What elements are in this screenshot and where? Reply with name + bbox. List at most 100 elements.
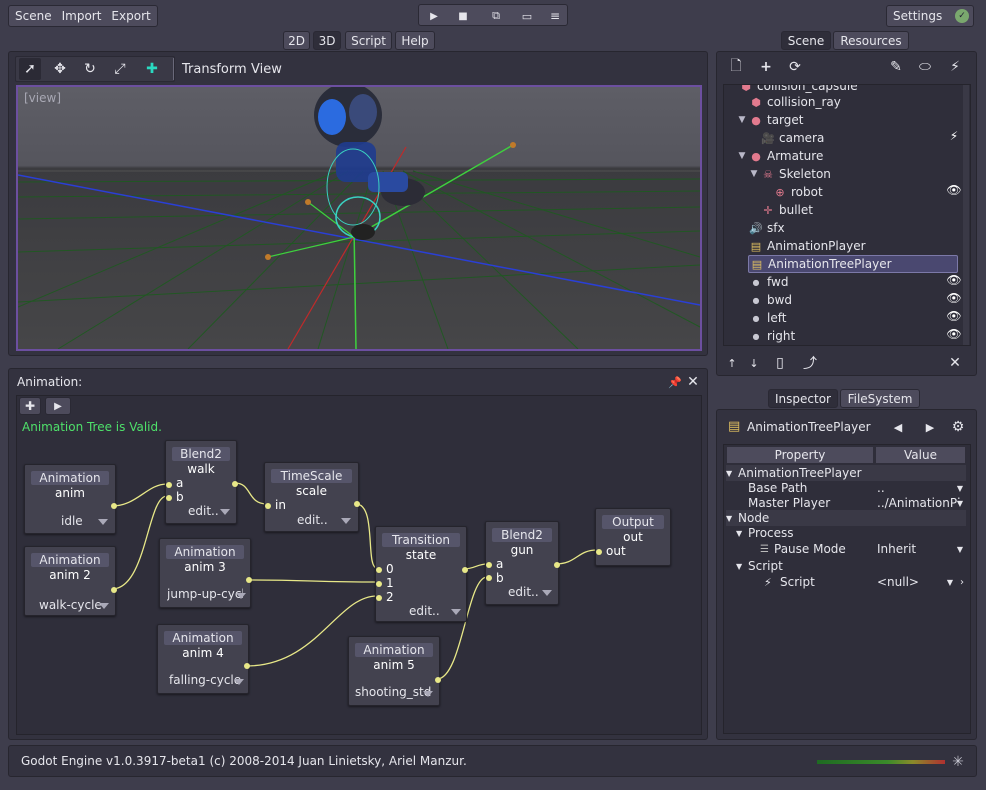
visibility-eye-icon[interactable]: 👁 (946, 327, 962, 343)
graph-node-anim4[interactable]: Animation anim 4 falling-cycle (157, 624, 250, 694)
rotate-tool-icon[interactable]: ↻ (79, 58, 101, 80)
visibility-eye-icon[interactable]: 👁 (946, 273, 962, 289)
input-port-b[interactable]: b (176, 490, 184, 504)
graph-node-anim2[interactable]: Animation anim 2 walk-cycle (24, 546, 117, 616)
port-dot[interactable] (376, 581, 382, 587)
scale-tool-icon[interactable]: ⤢ (109, 58, 131, 80)
port-dot[interactable] (596, 549, 602, 555)
delete-node-icon[interactable]: ✕ (944, 352, 966, 374)
graph-node-anim[interactable]: Animation anim idle (24, 464, 117, 534)
graph-node-scale[interactable]: TimeScale scale in edit.. (264, 462, 360, 532)
step-icon[interactable]: ⧉ (485, 5, 507, 27)
node-animation-select[interactable]: idle (61, 514, 83, 528)
node-animation-select[interactable]: jump-up-cycle (167, 587, 243, 601)
folder-icon[interactable]: ▭ (516, 5, 538, 27)
menu-import[interactable]: Import (62, 9, 102, 23)
port-dot[interactable] (376, 595, 382, 601)
stop-icon[interactable]: ■ (452, 5, 474, 27)
menu-scene[interactable]: Scene (15, 9, 52, 23)
groups-icon[interactable]: ⬭ (914, 56, 936, 78)
input-port-in[interactable]: in (275, 498, 286, 512)
select-tool-icon[interactable]: ➚ (19, 58, 41, 80)
port-dot[interactable] (486, 575, 492, 581)
close-panel-icon[interactable]: ✕ (682, 371, 704, 393)
tree-item-fwd[interactable]: ● fwd (748, 273, 789, 291)
port-dot[interactable] (265, 503, 271, 509)
input-port-a[interactable]: a (496, 557, 503, 571)
script-attached-icon[interactable]: ⚡ (946, 129, 962, 145)
section-script[interactable]: ▼ Script (736, 558, 783, 574)
settings-button[interactable]: Settings ✓ (886, 5, 974, 27)
graph-area[interactable]: ✚ ▶ Animation Tree is Valid. Animation a… (16, 395, 702, 735)
collapse-arrow-icon[interactable]: ▼ (748, 169, 760, 179)
output-port-dot[interactable] (554, 562, 560, 568)
property-base-path[interactable]: Base Path (748, 480, 807, 496)
tree-item-skeleton[interactable]: ▼ ☠ Skeleton (748, 165, 831, 183)
new-scene-icon[interactable]: 🗋 (725, 56, 747, 78)
node-edit-button[interactable]: edit.. (188, 504, 219, 518)
tree-item-animationplayer[interactable]: ▤ AnimationPlayer (748, 237, 866, 255)
graph-node-out[interactable]: Output out out (595, 508, 671, 566)
section-node[interactable]: ▼ Node (726, 510, 966, 526)
tab-inspector[interactable]: Inspector (768, 389, 838, 408)
chevron-right-icon[interactable]: › (960, 577, 964, 588)
tab-script[interactable]: Script (345, 31, 392, 50)
update-spinner-icon[interactable]: ✳ (947, 751, 969, 773)
tree-item-camera[interactable]: 🎥 camera (760, 129, 824, 147)
tab-filesystem[interactable]: FileSystem (840, 389, 920, 408)
node-animation-select[interactable]: falling-cycle (169, 673, 243, 687)
list-icon[interactable]: ≡ (544, 5, 566, 27)
play-icon[interactable]: ▶ (423, 5, 445, 27)
add-node-icon[interactable]: ✚ (141, 58, 163, 80)
move-up-icon[interactable]: ↑ (721, 352, 743, 374)
input-port-out[interactable]: out (606, 544, 626, 558)
instance-icon[interactable]: ⟳ (784, 56, 806, 78)
add-child-icon[interactable]: + (755, 56, 777, 78)
node-edit-button[interactable]: edit.. (508, 585, 539, 599)
node-animation-select[interactable]: walk-cycle (39, 598, 102, 612)
output-port-dot[interactable] (462, 567, 468, 573)
reparent-icon[interactable]: ⤴ (799, 352, 821, 374)
input-port-0[interactable]: 0 (386, 562, 394, 576)
history-forward-icon[interactable]: ▶ (919, 416, 941, 438)
edit-signals-icon[interactable]: ✎ (885, 56, 907, 78)
menu-export[interactable]: Export (111, 9, 150, 23)
base-path-value[interactable]: .. ▼ (877, 480, 965, 496)
tab-scene[interactable]: Scene (781, 31, 831, 50)
input-port-a[interactable]: a (176, 476, 183, 490)
visibility-eye-icon[interactable]: 👁 (946, 291, 962, 307)
graph-node-state[interactable]: Transition state 0 1 2 edit.. (375, 526, 468, 622)
graph-node-anim5[interactable]: Animation anim 5 shooting_std (348, 636, 441, 706)
port-dot[interactable] (166, 495, 172, 501)
output-port-dot[interactable] (111, 503, 117, 509)
collapse-arrow-icon[interactable]: ▼ (736, 115, 748, 125)
tab-2d[interactable]: 2D (283, 31, 310, 50)
tree-item-robot[interactable]: ⊕ robot (772, 183, 822, 201)
tree-item-armature[interactable]: ▼ ● Armature (736, 147, 824, 165)
node-edit-button[interactable]: edit.. (297, 513, 328, 527)
tree-item-sfx[interactable]: 🔊 sfx (748, 219, 784, 237)
view-menu[interactable]: View (251, 62, 282, 77)
tab-resources[interactable]: Resources (833, 31, 909, 50)
move-tool-icon[interactable]: ✥ (49, 58, 71, 80)
tree-item-right[interactable]: ● right (748, 327, 796, 345)
port-dot[interactable] (486, 562, 492, 568)
property-pause-mode[interactable]: ☰ Pause Mode (760, 541, 846, 557)
tab-3d[interactable]: 3D (313, 31, 341, 50)
graph-node-anim3[interactable]: Animation anim 3 jump-up-cycle (159, 538, 252, 608)
graph-node-walk[interactable]: Blend2 walk a b edit.. (165, 440, 238, 524)
output-port-dot[interactable] (435, 677, 441, 683)
object-menu-gear-icon[interactable]: ⚙ (947, 416, 969, 438)
visibility-eye-icon[interactable]: 👁 (946, 309, 962, 325)
play-tree-button[interactable]: ▶ (45, 397, 71, 415)
tree-item-animationtreeplayer[interactable]: ▤ AnimationTreePlayer (748, 255, 958, 273)
input-port-1[interactable]: 1 (386, 576, 394, 590)
output-port-dot[interactable] (111, 587, 117, 593)
output-port-dot[interactable] (232, 481, 238, 487)
output-port-dot[interactable] (246, 577, 252, 583)
output-port-dot[interactable] (244, 663, 250, 669)
move-down-icon[interactable]: ↓ (743, 352, 765, 374)
tree-item-collision-ray[interactable]: ⬢ collision_ray (748, 93, 841, 111)
tree-scrollbar[interactable] (963, 85, 969, 345)
duplicate-icon[interactable]: ▯ (769, 352, 791, 374)
